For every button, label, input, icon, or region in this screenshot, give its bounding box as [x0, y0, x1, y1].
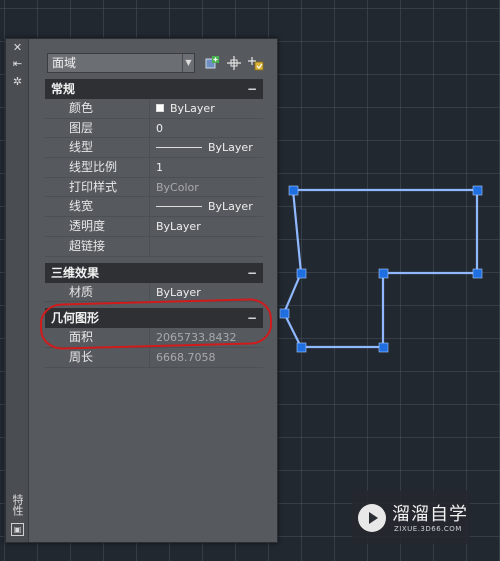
property-label: 超链接 — [69, 238, 106, 253]
property-value-text: ByLayer — [208, 200, 253, 214]
property-label: 打印样式 — [69, 179, 118, 194]
property-value[interactable]: ByLayer — [149, 99, 263, 118]
object-type-select[interactable]: 面域 ▼ — [47, 53, 195, 73]
region-outline[interactable] — [282, 188, 479, 349]
lineweight-sample-icon — [156, 205, 202, 207]
selector-row: 面域 ▼ — [45, 51, 265, 73]
property-value-text: ByLayer — [170, 102, 215, 115]
play-logo-icon — [358, 504, 386, 532]
property-label: 周长 — [69, 349, 94, 364]
property-value[interactable]: ByLayer — [149, 138, 263, 158]
grip[interactable] — [472, 268, 483, 279]
property-label: 材质 — [69, 284, 94, 299]
property-value[interactable] — [149, 236, 263, 256]
property-label: 颜色 — [69, 101, 94, 115]
linetype-sample-icon — [156, 146, 202, 148]
grip[interactable] — [288, 185, 299, 196]
property-row-lineweight[interactable]: 线宽 ByLayer — [45, 197, 263, 218]
watermark-title: 溜溜自学 — [392, 504, 468, 525]
object-type-value: 面域 — [52, 56, 77, 70]
property-label: 线型比例 — [69, 160, 118, 175]
gear-icon[interactable]: ✲ — [10, 75, 25, 89]
collapse-icon[interactable]: − — [247, 263, 257, 283]
color-swatch-icon — [156, 104, 164, 112]
red-annotation-ellipse — [39, 297, 273, 351]
autohide-icon[interactable]: ⇤ — [10, 57, 25, 71]
property-value: ByColor — [149, 177, 263, 197]
chevron-down-icon[interactable]: ▼ — [182, 54, 194, 72]
property-row-layer[interactable]: 图层 0 — [45, 118, 263, 139]
section-3d-visualization[interactable]: 三维效果 − — [45, 262, 263, 283]
palette-titlebar[interactable]: ✕ ⇤ ✲ 特性 ▣ — [6, 39, 29, 542]
grip[interactable] — [279, 308, 290, 319]
grip[interactable] — [378, 342, 389, 353]
property-row-hyperlink[interactable]: 超链接 — [45, 236, 263, 257]
property-label: 线宽 — [69, 199, 94, 214]
watermark-subtitle: ZIXUE.3D66.COM — [394, 525, 462, 533]
property-value[interactable]: 1 — [149, 158, 263, 177]
property-value[interactable]: 0 — [149, 118, 263, 138]
palette-menu-icon[interactable]: ▣ — [11, 523, 24, 536]
collapse-icon[interactable]: − — [247, 79, 257, 99]
quick-select-icon[interactable] — [247, 54, 265, 72]
grip[interactable] — [472, 185, 483, 196]
property-row-color[interactable]: 颜色 ByLayer — [45, 99, 263, 119]
grip[interactable] — [378, 268, 389, 279]
property-value[interactable]: ByLayer — [149, 197, 263, 217]
select-objects-icon[interactable] — [225, 54, 243, 72]
property-value-text: ByLayer — [208, 141, 253, 155]
property-row-perimeter[interactable]: 周长 6668.7058 — [45, 347, 263, 368]
property-label: 线型 — [69, 140, 94, 155]
property-value[interactable]: ByLayer — [149, 217, 263, 236]
property-value: 6668.7058 — [149, 347, 263, 367]
properties-palette: ✕ ⇤ ✲ 特性 ▣ 面域 ▼ 常规 − 颜色 ByLayer 图层 0 线型 … — [5, 38, 278, 543]
palette-title: 特性 — [11, 494, 24, 516]
grip[interactable] — [296, 342, 307, 353]
watermark: 溜溜自学 ZIXUE.3D66.COM — [352, 490, 470, 544]
property-row-plot-style[interactable]: 打印样式 ByColor — [45, 177, 263, 198]
section-general[interactable]: 常规 − — [45, 79, 263, 99]
property-row-transparency[interactable]: 透明度 ByLayer — [45, 217, 263, 237]
property-label: 图层 — [69, 120, 94, 135]
property-row-linetype[interactable]: 线型 ByLayer — [45, 138, 263, 159]
property-label: 透明度 — [69, 219, 106, 234]
property-row-linetype-scale[interactable]: 线型比例 1 — [45, 158, 263, 178]
section-title: 三维效果 — [51, 265, 100, 280]
toggle-pickadd-icon[interactable] — [203, 54, 221, 72]
section-title: 常规 — [51, 82, 76, 96]
close-icon[interactable]: ✕ — [10, 41, 25, 55]
grip[interactable] — [296, 268, 307, 279]
